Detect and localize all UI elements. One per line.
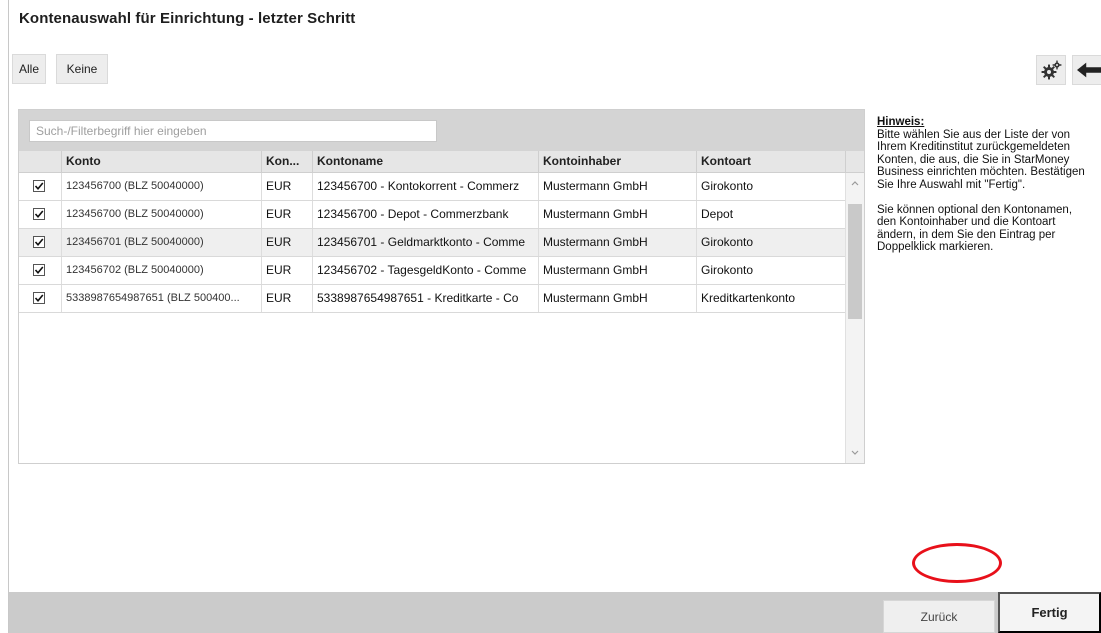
checkmark-icon (34, 182, 44, 191)
cell-kontoinhaber: Mustermann GmbH (538, 229, 696, 256)
column-header-konto[interactable]: Konto (61, 151, 261, 172)
row-checkbox[interactable] (33, 264, 45, 276)
highlight-annotation (912, 543, 1002, 583)
cell-currency: EUR (261, 173, 312, 200)
cell-konto: 5338987654987651 (BLZ 500400... (61, 285, 261, 312)
cell-kontoart: Girokonto (696, 229, 845, 256)
settings-button[interactable] (1036, 55, 1066, 85)
checkmark-icon (34, 266, 44, 275)
hint-heading: Hinweis: (877, 116, 925, 128)
checkmark-icon (34, 238, 44, 247)
cell-currency: EUR (261, 257, 312, 284)
cell-kontoname: 5338987654987651 - Kreditkarte - Co (312, 285, 538, 312)
table-row[interactable]: 123456702 (BLZ 50040000) EUR 123456702 -… (19, 257, 845, 285)
chevron-down-icon[interactable] (849, 447, 861, 459)
accounts-grid: Konto Kon... Kontoname Kontoinhaber Kont… (18, 109, 865, 464)
row-checkbox[interactable] (33, 180, 45, 192)
column-header-kontoinhaber[interactable]: Kontoinhaber (538, 151, 696, 172)
cell-currency: EUR (261, 285, 312, 312)
gears-icon (1041, 60, 1062, 80)
select-none-button[interactable]: Keine (56, 54, 108, 84)
column-header-spacer (845, 151, 864, 172)
column-header-kontoart[interactable]: Kontoart (696, 151, 845, 172)
cell-kontoart: Depot (696, 201, 845, 228)
cell-kontoname: 123456700 - Depot - Commerzbank (312, 201, 538, 228)
column-header-currency[interactable]: Kon... (261, 151, 312, 172)
checkmark-icon (34, 294, 44, 303)
hint-text-2: Sie können optional den Kontonamen, den … (877, 203, 1073, 254)
table-row[interactable]: 123456700 (BLZ 50040000) EUR 123456700 -… (19, 201, 845, 229)
table-header: Konto Kon... Kontoname Kontoinhaber Kont… (19, 151, 864, 173)
cell-kontoart: Girokonto (696, 173, 845, 200)
filter-bar (19, 110, 864, 151)
table-row[interactable]: 5338987654987651 (BLZ 500400... EUR 5338… (19, 285, 845, 313)
cell-currency: EUR (261, 229, 312, 256)
scrollbar-thumb[interactable] (848, 204, 862, 319)
hint-text-1: Bitte wählen Sie aus der Liste der von I… (877, 128, 1085, 191)
column-header-kontoname[interactable]: Kontoname (312, 151, 538, 172)
table-row[interactable]: 123456701 (BLZ 50040000) EUR 123456701 -… (19, 229, 845, 257)
vertical-scrollbar[interactable] (845, 173, 864, 463)
row-checkbox[interactable] (33, 292, 45, 304)
cell-kontoinhaber: Mustermann GmbH (538, 285, 696, 312)
cell-kontoinhaber: Mustermann GmbH (538, 257, 696, 284)
hint-panel: Hinweis: Bitte wählen Sie aus der Liste … (877, 116, 1091, 254)
cell-kontoinhaber: Mustermann GmbH (538, 201, 696, 228)
table-row[interactable]: 123456700 (BLZ 50040000) EUR 123456700 -… (19, 173, 845, 201)
chevron-up-icon[interactable] (849, 177, 861, 189)
search-input[interactable] (29, 120, 437, 142)
cell-konto: 123456700 (BLZ 50040000) (61, 173, 261, 200)
cell-kontoinhaber: Mustermann GmbH (538, 173, 696, 200)
page-title: Kontenauswahl für Einrichtung - letzter … (19, 10, 356, 27)
cell-kontoname: 123456702 - TagesgeldKonto - Comme (312, 257, 538, 284)
cell-kontoart: Kreditkartenkonto (696, 285, 845, 312)
column-header-select[interactable] (19, 151, 61, 172)
finish-button[interactable]: Fertig (998, 592, 1101, 633)
cell-konto: 123456701 (BLZ 50040000) (61, 229, 261, 256)
row-checkbox[interactable] (33, 208, 45, 220)
arrow-left-icon (1077, 62, 1101, 78)
checkmark-icon (34, 210, 44, 219)
back-button[interactable]: Zurück (883, 600, 995, 633)
row-checkbox[interactable] (33, 236, 45, 248)
cell-kontoname: 123456700 - Kontokorrent - Commerz (312, 173, 538, 200)
select-all-button[interactable]: Alle (12, 54, 46, 84)
cell-currency: EUR (261, 201, 312, 228)
cell-kontoname: 123456701 - Geldmarktkonto - Comme (312, 229, 538, 256)
navigate-back-button[interactable] (1072, 55, 1101, 85)
window-left-border (8, 0, 9, 633)
cell-kontoart: Girokonto (696, 257, 845, 284)
cell-konto: 123456702 (BLZ 50040000) (61, 257, 261, 284)
cell-konto: 123456700 (BLZ 50040000) (61, 201, 261, 228)
